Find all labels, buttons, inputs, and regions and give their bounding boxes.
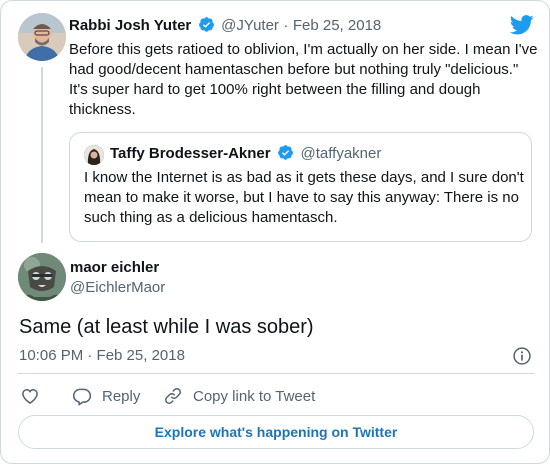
reply-button[interactable]: Reply [72, 385, 140, 407]
author-handle[interactable]: @EichlerMaor [70, 279, 165, 296]
quoted-tweet[interactable]: Taffy Brodesser-Akner @taffyakner I know… [69, 132, 532, 242]
tweet-text: Same (at least while I was sober) [19, 316, 314, 338]
tweet-timestamp[interactable]: 10:06 PM · Feb 25, 2018 [19, 347, 185, 364]
info-icon[interactable] [512, 346, 532, 366]
verified-badge-icon [278, 145, 293, 160]
tweet-embed-card: Rabbi Josh Yuter @JYuter · Feb 25, 2018 … [0, 0, 550, 464]
reply-icon [72, 388, 92, 406]
tweet-date[interactable]: Feb 25, 2018 [293, 17, 381, 34]
author-handle[interactable]: @JYuter [221, 17, 279, 34]
parent-tweet-text: Before this gets ratioed to oblivion, I'… [69, 41, 538, 118]
twitter-logo-icon[interactable] [510, 15, 534, 35]
like-button[interactable] [20, 385, 40, 407]
heart-icon [22, 388, 38, 404]
verified-badge-icon [198, 17, 214, 32]
author-name[interactable]: Rabbi Josh Yuter [69, 17, 191, 34]
avatar [84, 145, 104, 165]
avatar-image [84, 145, 104, 165]
avatar[interactable] [18, 253, 66, 301]
separator: · [283, 17, 289, 34]
avatar-image [18, 13, 66, 61]
quoted-tweet-header: Taffy Brodesser-Akner @taffyakner [110, 144, 381, 163]
copy-link-button[interactable]: Copy link to Tweet [163, 385, 315, 407]
quoted-author-name: Taffy Brodesser-Akner [110, 145, 271, 162]
reply-label: Reply [102, 387, 141, 405]
explore-button[interactable]: Explore what's happening on Twitter [18, 415, 534, 449]
parent-tweet-header: Rabbi Josh Yuter @JYuter · Feb 25, 2018 [69, 16, 381, 35]
link-icon [165, 388, 181, 404]
quoted-tweet-text: I know the Internet is as bad as it gets… [84, 169, 524, 226]
avatar-image [18, 253, 66, 301]
copy-link-label: Copy link to Tweet [193, 387, 316, 405]
quoted-author-handle: @taffyakner [300, 145, 382, 162]
divider [18, 373, 534, 374]
author-name[interactable]: maor eichler [70, 259, 159, 276]
avatar[interactable] [18, 13, 66, 61]
thread-line [41, 67, 43, 243]
